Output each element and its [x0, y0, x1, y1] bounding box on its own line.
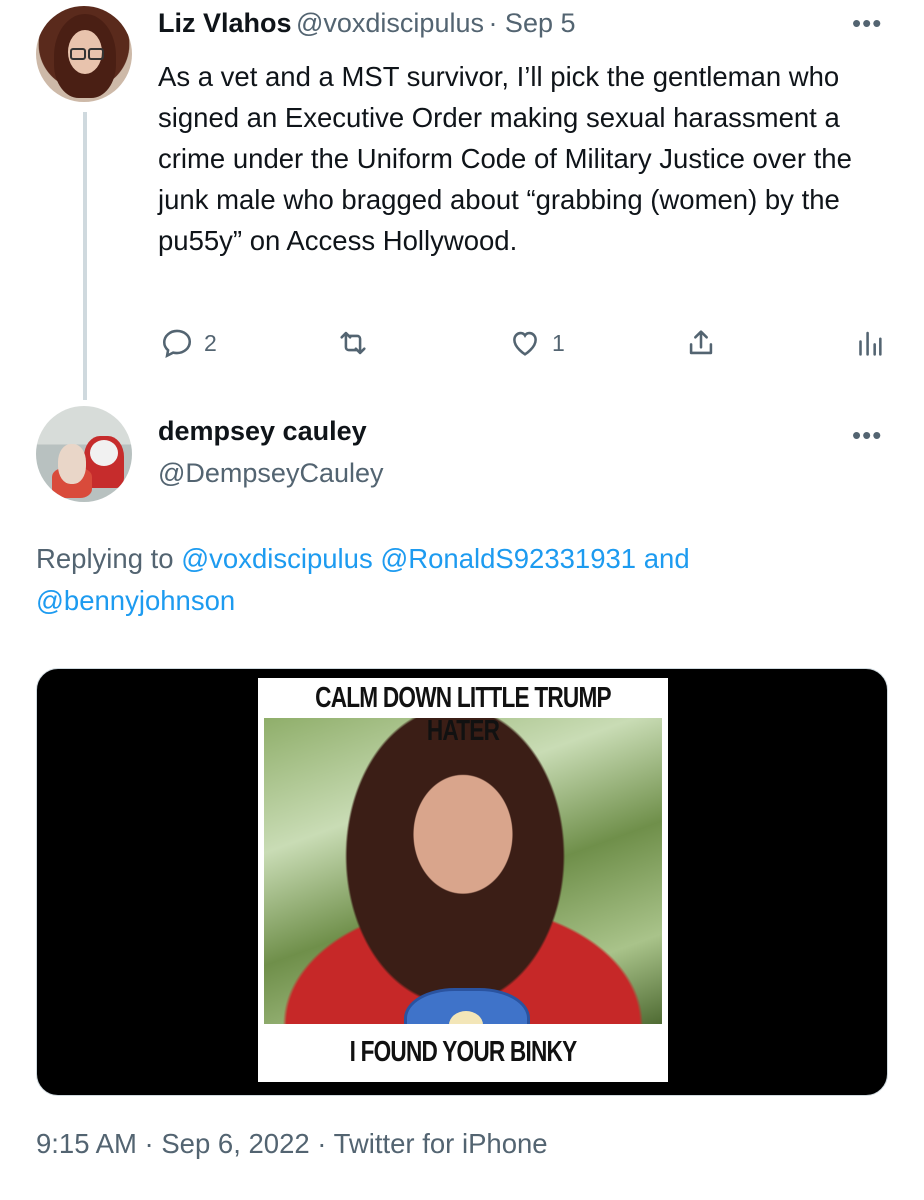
mention-link[interactable]: @voxdiscipulus: [181, 543, 372, 574]
tweet-text: As a vet and a MST survivor, I’ll pick t…: [158, 61, 852, 256]
like-count: 1: [552, 329, 565, 356]
user-handle[interactable]: @voxdiscipulus: [296, 8, 484, 38]
share-icon: [689, 330, 713, 355]
like-button[interactable]: 1: [508, 326, 565, 360]
tweet-date[interactable]: · Sep 5: [488, 8, 575, 38]
retweet-button[interactable]: [336, 326, 380, 360]
avatar-dempsey-cauley[interactable]: [36, 406, 132, 502]
meme-bottom-caption: I FOUND YOUR BINKY: [349, 1036, 578, 1068]
replying-and[interactable]: and: [644, 543, 690, 574]
tweet1-header: Liz Vlahos @voxdiscipulus · Sep 5: [158, 8, 576, 39]
user-handle[interactable]: @DempseyCauley: [158, 458, 384, 489]
retweet-icon: [340, 331, 366, 355]
replying-to-prefix: Replying to: [36, 543, 174, 574]
more-options-button[interactable]: •••: [852, 8, 882, 39]
reply-icon: [162, 329, 192, 359]
display-name[interactable]: Liz Vlahos: [158, 8, 292, 38]
replying-to-line: Replying to @voxdiscipulus @RonaldS92331…: [36, 538, 906, 622]
mention-link[interactable]: @RonaldS92331931: [380, 543, 636, 574]
analytics-button[interactable]: [852, 326, 886, 360]
meme-top-caption: CALM DOWN LITTLE TRUMP HATER: [315, 682, 611, 747]
meme-image[interactable]: CALM DOWN LITTLE TRUMP HATER I FOUND YOU…: [258, 678, 668, 1082]
analytics-icon: [859, 331, 882, 356]
meme-photo: [264, 718, 662, 1064]
display-name[interactable]: dempsey cauley: [158, 416, 367, 447]
reply-button[interactable]: 2: [160, 326, 217, 360]
thread-connector-line: [83, 112, 87, 400]
more-options-button[interactable]: •••: [852, 420, 882, 451]
reply-count: 2: [204, 329, 217, 356]
heart-icon: [513, 331, 537, 356]
tweet-timestamp[interactable]: 9:15 AM · Sep 6, 2022 · Twitter for iPho…: [36, 1128, 548, 1160]
share-button[interactable]: [684, 326, 718, 360]
mention-link[interactable]: @bennyjohnson: [36, 585, 235, 616]
avatar-liz-vlahos[interactable]: [36, 6, 132, 102]
